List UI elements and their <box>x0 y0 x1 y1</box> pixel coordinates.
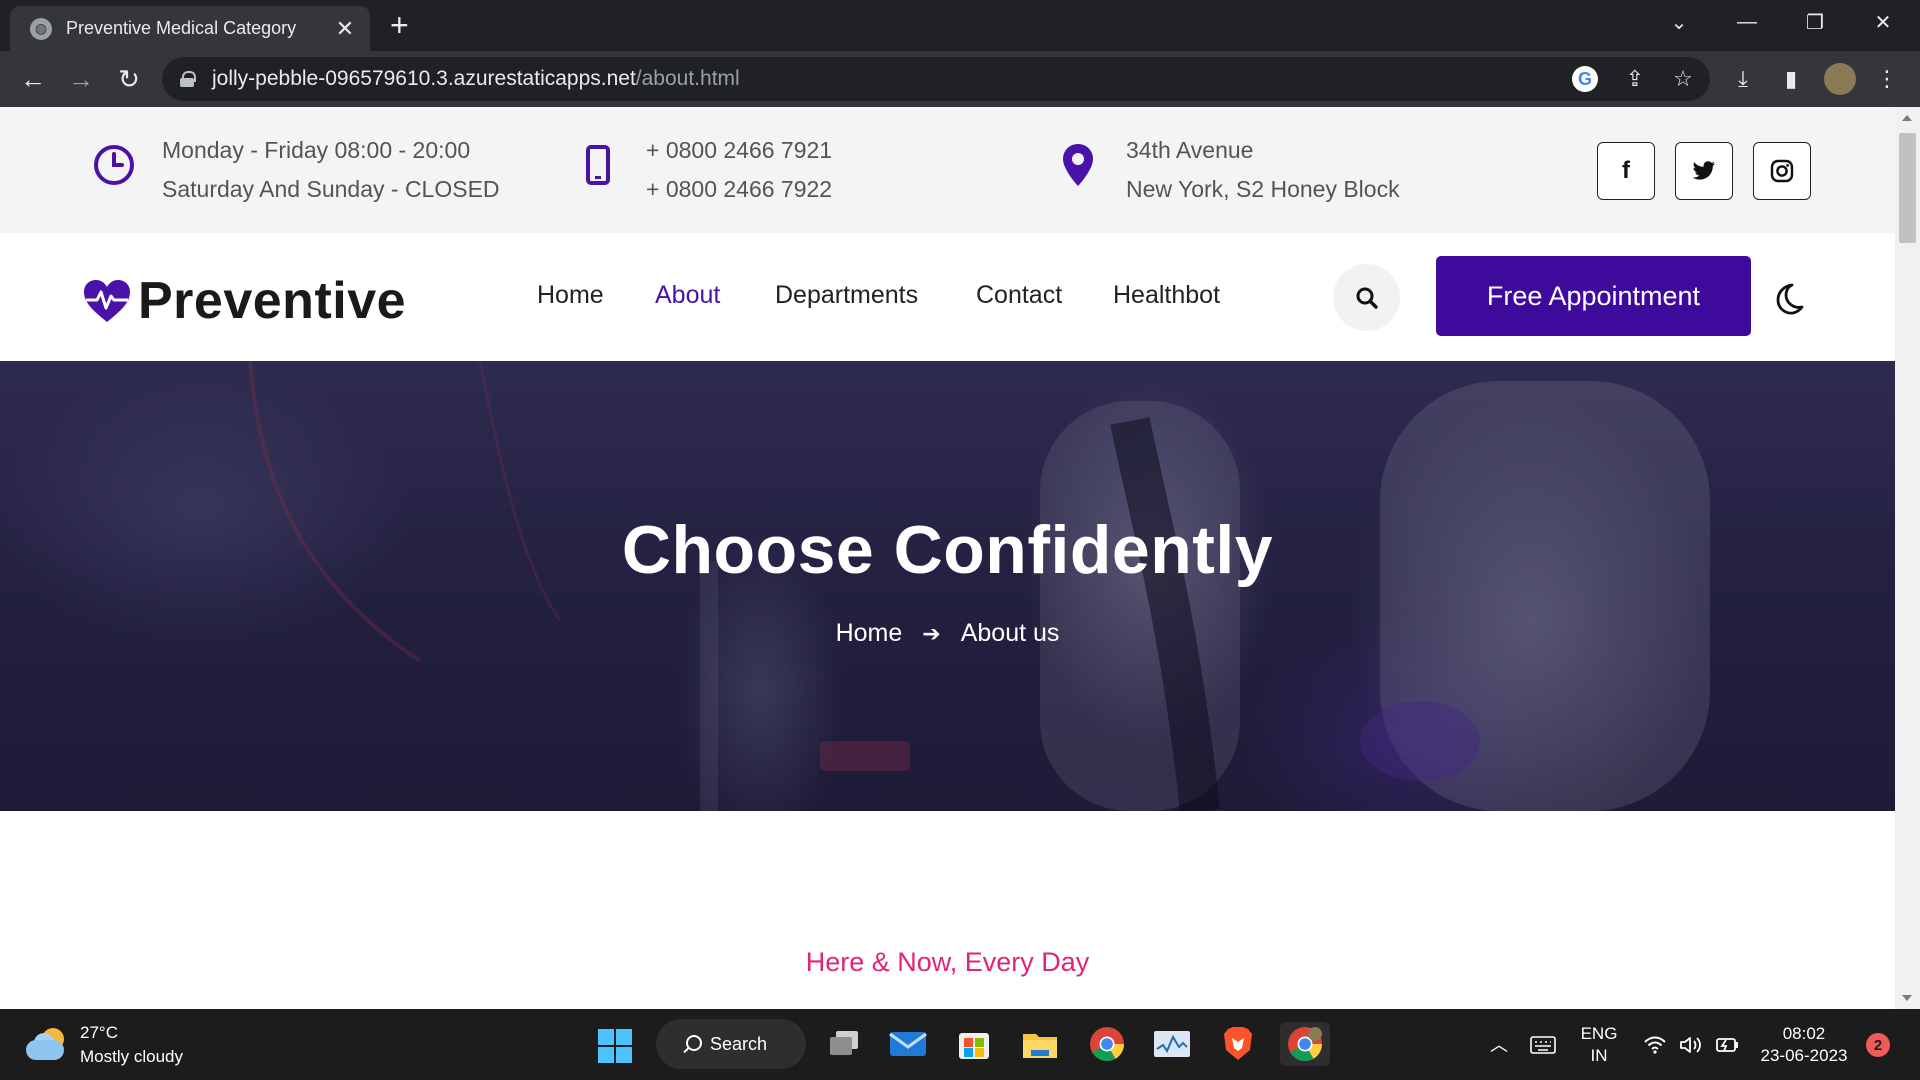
opening-hours: Monday - Friday 08:00 - 20:00 Saturday A… <box>92 131 500 209</box>
brave-browser-icon[interactable] <box>1216 1022 1260 1066</box>
new-tab-button[interactable]: + <box>390 8 409 42</box>
tab-title: Preventive Medical Category <box>66 18 297 38</box>
search-button[interactable] <box>1333 264 1400 331</box>
hours-line-1: Monday - Friday 08:00 - 20:00 <box>162 137 471 163</box>
map-pin-icon <box>1056 143 1100 187</box>
twitter-icon[interactable] <box>1675 142 1733 200</box>
phone-line-2[interactable]: + 0800 2466 7922 <box>646 170 832 209</box>
hero-title: Choose Confidently <box>621 512 1274 588</box>
notification-badge[interactable]: 2 <box>1866 1033 1890 1057</box>
web-page: Monday - Friday 08:00 - 20:00 Saturday A… <box>0 107 1895 1009</box>
microsoft-store-icon[interactable] <box>952 1022 996 1066</box>
search-icon <box>686 1035 702 1051</box>
weather-temperature: 27°C <box>80 1023 118 1042</box>
tab-search-icon[interactable]: ⌄ <box>1645 0 1713 44</box>
bookmark-star-icon[interactable]: ☆ <box>1668 64 1698 94</box>
url-path: /about.html <box>635 67 740 90</box>
keyboard-icon[interactable] <box>1528 1009 1558 1080</box>
battery-charging-icon[interactable] <box>1712 1009 1742 1080</box>
lock-icon <box>180 71 196 87</box>
arrow-right-icon: ➔ <box>922 620 941 646</box>
facebook-icon[interactable]: f <box>1597 142 1655 200</box>
hours-line-2: Saturday And Sunday - CLOSED <box>162 176 500 202</box>
breadcrumb-home[interactable]: Home <box>836 619 903 648</box>
search-icon <box>1356 287 1378 309</box>
taskbar-search-label: Search <box>710 1033 768 1054</box>
nav-about[interactable]: About <box>655 281 720 310</box>
moon-icon <box>1776 283 1804 315</box>
volume-icon[interactable] <box>1676 1009 1706 1080</box>
address-line-1: 34th Avenue <box>1126 137 1254 163</box>
globe-icon: ◍ <box>30 17 52 40</box>
facebook-letter: f <box>1622 157 1630 184</box>
taskbar-search[interactable]: Search <box>656 1019 806 1069</box>
clock[interactable]: 08:02 23-06-2023 <box>1756 1009 1852 1080</box>
phone-line-1[interactable]: + 0800 2466 7921 <box>646 131 832 170</box>
close-window-button[interactable]: ✕ <box>1849 0 1917 44</box>
nav-healthbot[interactable]: Healthbot <box>1113 281 1220 310</box>
side-panel-icon[interactable]: ▮ <box>1776 64 1806 94</box>
url-host: jolly-pebble-096579610.3.azurestaticapps… <box>212 67 636 90</box>
address-line-2: New York, S2 Honey Block <box>1126 176 1400 202</box>
phone-numbers: + 0800 2466 7921 + 0800 2466 7922 <box>576 131 832 209</box>
task-view-icon[interactable] <box>822 1022 866 1066</box>
scroll-down-icon[interactable] <box>1902 995 1912 1001</box>
chrome-profile-icon[interactable] <box>1280 1022 1330 1066</box>
address-bar[interactable]: jolly-pebble-096579610.3.azurestaticapps… <box>162 57 1710 101</box>
cloudy-weather-icon <box>26 1028 66 1062</box>
nav-contact[interactable]: Contact <box>976 281 1062 310</box>
scroll-up-icon[interactable] <box>1902 115 1912 121</box>
file-explorer-icon[interactable] <box>1018 1022 1062 1066</box>
download-icon[interactable]: ⤓ <box>1728 64 1758 94</box>
weather-widget[interactable]: 27°C Mostly cloudy <box>26 1021 183 1069</box>
clock-icon <box>92 143 136 187</box>
language-code: ENG <box>1580 1023 1618 1043</box>
breadcrumb-current: About us <box>960 619 1060 647</box>
tab-close-icon[interactable]: ✕ <box>332 16 358 42</box>
page-scrollbar[interactable] <box>1895 107 1920 1009</box>
free-appointment-button[interactable]: Free Appointment <box>1436 256 1751 336</box>
chevron-up-icon[interactable]: ︿ <box>1486 1009 1512 1080</box>
site-logo[interactable]: Preventive <box>82 271 406 331</box>
browser-toolbar: ← → ↻ jolly-pebble-096579610.3.azurestat… <box>0 51 1920 107</box>
wifi-icon[interactable] <box>1640 1009 1670 1080</box>
windows-taskbar: 27°C Mostly cloudy Search ︿ ENG IN 08:02… <box>0 1009 1920 1080</box>
region-code: IN <box>1590 1045 1608 1065</box>
reload-button[interactable]: ↻ <box>110 60 148 98</box>
heart-pulse-icon <box>84 280 130 322</box>
address: 34th Avenue New York, S2 Honey Block <box>1056 131 1400 209</box>
top-info-bar: Monday - Friday 08:00 - 20:00 Saturday A… <box>0 107 1895 233</box>
profile-avatar[interactable] <box>1824 63 1856 95</box>
nav-home[interactable]: Home <box>537 281 604 310</box>
forward-button[interactable]: → <box>62 60 100 98</box>
scroll-thumb[interactable] <box>1899 133 1916 243</box>
nav-departments[interactable]: Departments <box>775 281 918 310</box>
weather-condition: Mostly cloudy <box>80 1047 183 1066</box>
chrome-icon[interactable] <box>1085 1022 1129 1066</box>
google-icon[interactable]: G <box>1572 66 1598 92</box>
main-navigation: Preventive Home About Departments Contac… <box>0 233 1895 361</box>
section-tagline: Here & Now, Every Day <box>805 947 1090 977</box>
breadcrumb: Home ➔ About us <box>0 619 1895 648</box>
restore-button[interactable]: ❐ <box>1781 0 1849 44</box>
windows-start-icon[interactable] <box>598 1029 632 1063</box>
clock-time: 08:02 <box>1782 1023 1826 1043</box>
back-button[interactable]: ← <box>14 60 52 98</box>
phone-icon <box>576 143 620 187</box>
language-indicator[interactable]: ENG IN <box>1574 1009 1624 1080</box>
mail-app-icon[interactable] <box>886 1022 930 1066</box>
instagram-icon[interactable] <box>1753 142 1811 200</box>
browser-tab-bar: ◍ Preventive Medical Category ✕ + ⌄ — ❐ … <box>0 0 1920 51</box>
minimize-button[interactable]: — <box>1713 0 1781 44</box>
share-icon[interactable]: ⇪ <box>1620 64 1650 94</box>
system-monitor-icon[interactable] <box>1150 1022 1194 1066</box>
logo-text: Preventive <box>138 272 407 330</box>
browser-tab[interactable]: ◍ Preventive Medical Category ✕ <box>10 6 370 51</box>
menu-kebab-icon[interactable]: ⋮ <box>1872 64 1902 94</box>
hero-banner: Choose Confidently Home ➔ About us <box>0 361 1895 811</box>
dark-mode-toggle[interactable] <box>1770 281 1806 317</box>
clock-date: 23-06-2023 <box>1760 1045 1848 1065</box>
